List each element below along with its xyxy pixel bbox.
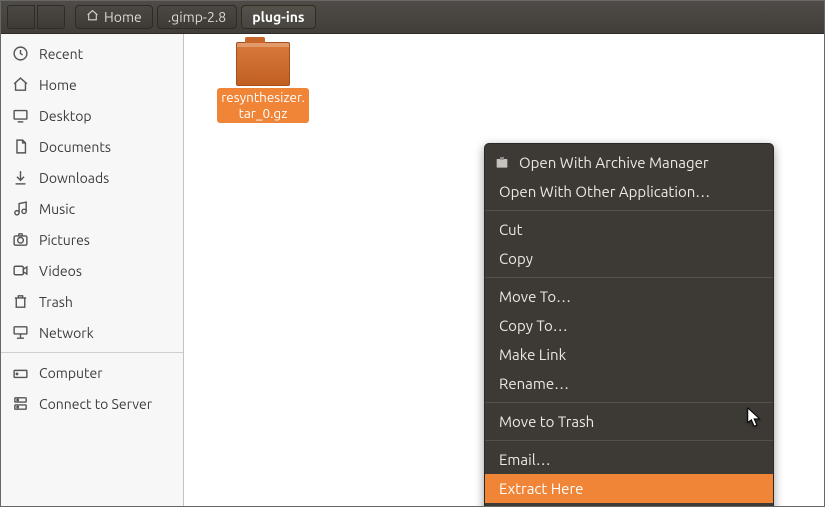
ctx-copy[interactable]: Copy bbox=[485, 244, 773, 273]
breadcrumb-home[interactable]: Home bbox=[75, 5, 153, 29]
network-icon bbox=[11, 324, 29, 341]
sidebar-item-connect-server[interactable]: Connect to Server bbox=[1, 388, 183, 419]
file-manager-window: Home .gimp-2.8 plug-ins Recent Home Desk… bbox=[0, 0, 825, 507]
ctx-item-label: Cut bbox=[499, 221, 523, 238]
ctx-item-label: Email… bbox=[499, 451, 551, 468]
ctx-item-label: Open With Other Application… bbox=[499, 183, 710, 200]
file-name-label: resynthesizer. tar_0.gz bbox=[217, 88, 309, 123]
nav-forward-button[interactable] bbox=[37, 5, 65, 29]
sidebar-item-videos[interactable]: Videos bbox=[1, 255, 183, 286]
ctx-item-label: Copy bbox=[499, 250, 533, 267]
sidebar-item-label: Documents bbox=[39, 139, 111, 155]
ctx-item-label: Move to Trash bbox=[499, 413, 594, 430]
ctx-item-label: Make Link bbox=[499, 346, 566, 363]
nav-back-button[interactable] bbox=[7, 5, 35, 29]
ctx-rename[interactable]: Rename… bbox=[485, 369, 773, 398]
home-icon bbox=[11, 76, 29, 93]
sidebar-item-computer[interactable]: Computer bbox=[1, 357, 183, 388]
clock-icon bbox=[11, 45, 29, 62]
document-icon bbox=[11, 138, 29, 155]
sidebar-item-label: Desktop bbox=[39, 108, 92, 124]
file-pane[interactable]: resynthesizer. tar_0.gz Open With Archiv… bbox=[184, 34, 824, 506]
breadcrumb-gimp[interactable]: .gimp-2.8 bbox=[157, 5, 237, 29]
ctx-separator bbox=[485, 440, 773, 441]
context-menu: Open With Archive Manager Open With Othe… bbox=[484, 143, 774, 506]
ctx-copy-to[interactable]: Copy To… bbox=[485, 311, 773, 340]
breadcrumb: Home .gimp-2.8 plug-ins bbox=[75, 5, 316, 29]
content-area: Recent Home Desktop Documents Downloads … bbox=[1, 34, 824, 506]
ctx-move-to[interactable]: Move To… bbox=[485, 282, 773, 311]
sidebar-item-pictures[interactable]: Pictures bbox=[1, 224, 183, 255]
desktop-icon bbox=[11, 107, 29, 124]
home-icon bbox=[86, 9, 99, 25]
sidebar: Recent Home Desktop Documents Downloads … bbox=[1, 34, 184, 506]
sidebar-item-downloads[interactable]: Downloads bbox=[1, 162, 183, 193]
archive-icon bbox=[493, 155, 511, 171]
ctx-open-other-app[interactable]: Open With Other Application… bbox=[485, 177, 773, 206]
ctx-extract-here[interactable]: Extract Here bbox=[485, 474, 773, 503]
ctx-open-archive-manager[interactable]: Open With Archive Manager bbox=[485, 148, 773, 177]
sidebar-item-trash[interactable]: Trash bbox=[1, 286, 183, 317]
ctx-item-label: Move To… bbox=[499, 288, 571, 305]
drive-icon bbox=[11, 364, 29, 381]
ctx-item-label: Copy To… bbox=[499, 317, 568, 334]
ctx-move-to-trash[interactable]: Move to Trash bbox=[485, 407, 773, 436]
ctx-separator bbox=[485, 402, 773, 403]
sidebar-item-recent[interactable]: Recent bbox=[1, 38, 183, 69]
sidebar-item-label: Network bbox=[39, 325, 94, 341]
breadcrumb-label: plug-ins bbox=[252, 9, 304, 25]
ctx-item-label: Extract Here bbox=[499, 480, 583, 497]
breadcrumb-label: Home bbox=[104, 9, 142, 25]
camera-icon bbox=[11, 231, 29, 248]
server-icon bbox=[11, 395, 29, 412]
download-icon bbox=[11, 169, 29, 186]
sidebar-item-documents[interactable]: Documents bbox=[1, 131, 183, 162]
archive-icon bbox=[236, 42, 290, 86]
sidebar-item-label: Music bbox=[39, 201, 75, 217]
ctx-cut[interactable]: Cut bbox=[485, 215, 773, 244]
breadcrumb-plugins[interactable]: plug-ins bbox=[241, 5, 315, 29]
sidebar-item-label: Trash bbox=[39, 294, 73, 310]
sidebar-separator bbox=[1, 352, 183, 353]
ctx-item-label: Open With Archive Manager bbox=[519, 154, 709, 171]
sidebar-item-label: Home bbox=[39, 77, 77, 93]
trash-icon bbox=[11, 293, 29, 310]
music-icon bbox=[11, 200, 29, 217]
file-item-archive[interactable]: resynthesizer. tar_0.gz bbox=[210, 42, 316, 123]
ctx-separator bbox=[485, 210, 773, 211]
ctx-item-label: Rename… bbox=[499, 375, 569, 392]
ctx-email[interactable]: Email… bbox=[485, 445, 773, 474]
sidebar-item-music[interactable]: Music bbox=[1, 193, 183, 224]
toolbar: Home .gimp-2.8 plug-ins bbox=[1, 1, 824, 34]
ctx-separator bbox=[485, 277, 773, 278]
sidebar-item-label: Pictures bbox=[39, 232, 90, 248]
sidebar-item-desktop[interactable]: Desktop bbox=[1, 100, 183, 131]
sidebar-item-label: Computer bbox=[39, 365, 103, 381]
sidebar-item-label: Videos bbox=[39, 263, 82, 279]
video-icon bbox=[11, 262, 29, 279]
ctx-revert-previous[interactable]: Revert to Previous Version… bbox=[485, 503, 773, 506]
sidebar-item-home[interactable]: Home bbox=[1, 69, 183, 100]
sidebar-item-label: Recent bbox=[39, 46, 83, 62]
sidebar-item-label: Connect to Server bbox=[39, 396, 152, 412]
ctx-make-link[interactable]: Make Link bbox=[485, 340, 773, 369]
sidebar-item-network[interactable]: Network bbox=[1, 317, 183, 348]
breadcrumb-label: .gimp-2.8 bbox=[168, 9, 226, 25]
sidebar-item-label: Downloads bbox=[39, 170, 109, 186]
